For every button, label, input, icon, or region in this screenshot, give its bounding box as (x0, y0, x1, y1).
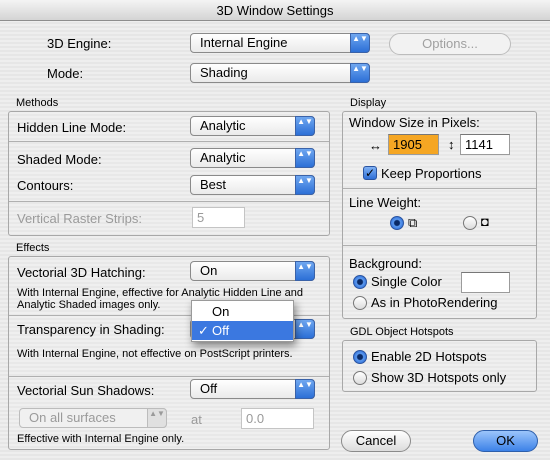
background-color-swatch[interactable] (461, 272, 510, 293)
popup-arrows-icon: ▲▼ (350, 63, 370, 83)
show-3d-label: Show 3D Hotspots only (371, 370, 507, 385)
at-field[interactable]: 0.0 (241, 408, 314, 429)
popup-arrows-icon: ▲▼ (295, 116, 315, 136)
methods-title: Methods (16, 97, 59, 109)
display-divider (343, 245, 536, 246)
contours-value: Best (200, 177, 227, 192)
width-field[interactable]: 1905 (388, 134, 439, 155)
mode-label: Mode: (47, 66, 84, 81)
shaded-mode-value: Analytic (200, 150, 246, 165)
raster-strips-field[interactable]: 5 (192, 207, 245, 228)
sun-shadows-label: Vectorial Sun Shadows: (17, 383, 155, 398)
shaded-mode-label: Shaded Mode: (17, 152, 102, 167)
line-weight-thick-radio[interactable] (463, 216, 477, 230)
popup-arrows-icon: ▲▼ (295, 319, 315, 339)
methods-divider (9, 201, 329, 202)
menu-item-on[interactable]: On (192, 302, 293, 321)
popup-arrows-icon: ▲▼ (350, 33, 370, 53)
enable-2d-label: Enable 2D Hotspots (371, 349, 487, 364)
surfaces-popup[interactable]: On all surfaces ▲▼ (19, 408, 167, 428)
ok-button[interactable]: OK (473, 430, 538, 452)
cancel-button[interactable]: Cancel (341, 430, 411, 452)
menu-item-off[interactable]: ✓ Off (192, 321, 293, 340)
window-title: 3D Window Settings (0, 0, 550, 21)
height-arrow-icon: ↕ (448, 137, 455, 152)
hidden-line-value: Analytic (200, 118, 246, 133)
display-divider (343, 188, 536, 189)
engine-label: 3D Engine: (47, 36, 112, 51)
at-label: at (191, 412, 202, 427)
single-color-radio[interactable] (353, 275, 367, 289)
contours-label: Contours: (17, 178, 74, 193)
sun-shadows-value: Off (200, 381, 218, 396)
transparency-menu: On ✓ Off (191, 300, 294, 342)
engine-value: Internal Engine (200, 35, 288, 50)
shaded-mode-popup[interactable]: Analytic ▲▼ (190, 148, 315, 168)
display-title: Display (350, 97, 387, 109)
show-3d-radio[interactable] (353, 371, 367, 385)
contours-popup[interactable]: Best ▲▼ (190, 175, 315, 195)
checkmark-icon: ✓ (198, 323, 209, 338)
line-weight-thin-radio[interactable] (390, 216, 404, 230)
background-label: Background: (349, 256, 422, 271)
engine-popup[interactable]: Internal Engine ▲▼ (190, 33, 370, 53)
transparency-note: With Internal Engine, not effective on P… (17, 348, 293, 360)
enable-2d-radio[interactable] (353, 350, 367, 364)
popup-arrows-icon: ▲▼ (295, 379, 315, 399)
cube-thick-icon: ◘ (481, 214, 489, 229)
hatching-label: Vectorial 3D Hatching: (17, 265, 146, 280)
popup-arrows-icon: ▲▼ (295, 175, 315, 195)
popup-arrows-icon: ▲▼ (295, 148, 315, 168)
mode-value: Shading (200, 65, 248, 80)
keep-proportions-checkbox[interactable]: ✓ (363, 166, 377, 180)
popup-arrows-icon: ▲▼ (295, 261, 315, 281)
hatching-popup[interactable]: On ▲▼ (190, 261, 315, 281)
keep-proportions-label: Keep Proportions (381, 166, 482, 181)
menu-item-off-label: Off (212, 323, 230, 338)
options-button[interactable]: Options... (389, 33, 511, 55)
photorendering-label: As in PhotoRendering (371, 295, 498, 310)
sun-shadows-popup[interactable]: Off ▲▼ (190, 379, 315, 399)
single-color-label: Single Color (371, 274, 442, 289)
width-arrow-icon: ↔ (369, 138, 382, 153)
methods-divider (9, 141, 329, 142)
mode-popup[interactable]: Shading ▲▼ (190, 63, 370, 83)
line-weight-label: Line Weight: (349, 195, 422, 210)
effects-divider (9, 376, 329, 377)
surfaces-value: On all surfaces (29, 410, 116, 425)
hidden-line-label: Hidden Line Mode: (17, 120, 127, 135)
window-size-label: Window Size in Pixels: (349, 115, 480, 130)
hidden-line-popup[interactable]: Analytic ▲▼ (190, 116, 315, 136)
hatching-value: On (200, 263, 218, 278)
sun-shadows-note: Effective with Internal Engine only. (17, 433, 185, 445)
menu-item-on-label: On (212, 304, 230, 319)
height-field[interactable]: 1141 (460, 134, 510, 155)
popup-arrows-icon: ▲▼ (147, 408, 167, 428)
cube-thin-icon: ⧉ (408, 215, 418, 230)
transparency-label: Transparency in Shading: (17, 322, 165, 337)
effects-title: Effects (16, 242, 50, 254)
raster-strips-label: Vertical Raster Strips: (17, 211, 142, 226)
photorendering-radio[interactable] (353, 296, 367, 310)
gdl-title: GDL Object Hotspots (350, 326, 454, 338)
